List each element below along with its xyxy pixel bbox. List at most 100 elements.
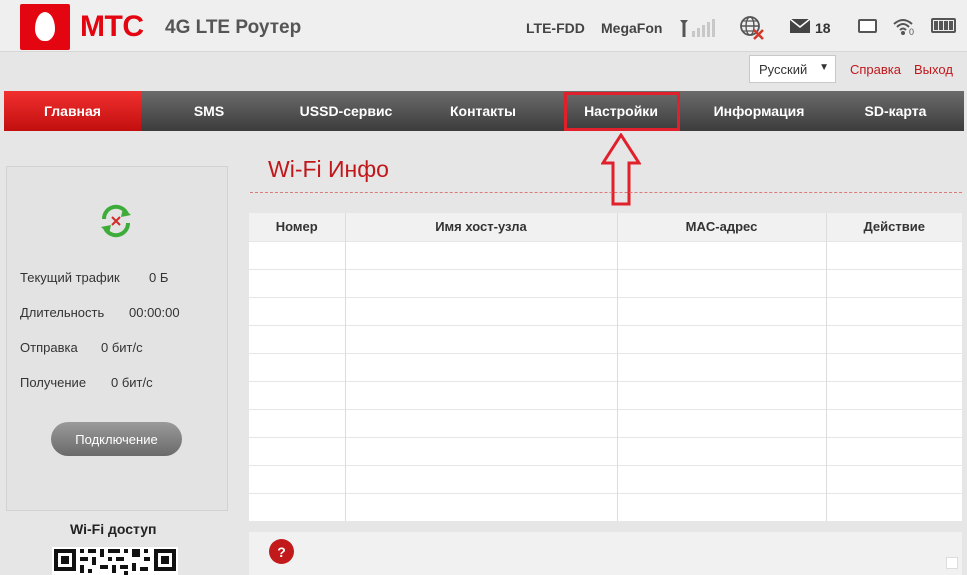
operator-name: MegaFon	[601, 20, 663, 36]
table-cell	[345, 380, 618, 409]
table-cell	[345, 492, 618, 521]
table-row	[249, 436, 962, 465]
network-type: LTE-FDD	[526, 20, 585, 36]
table-cell	[826, 492, 962, 521]
logout-link[interactable]: Выход	[914, 62, 953, 77]
table-row	[249, 464, 962, 493]
nav-item-contacts[interactable]: Контакты	[415, 91, 551, 131]
table-cell	[249, 296, 346, 325]
language-value: Русский	[759, 62, 808, 77]
nav-item-sd-card[interactable]: SD-карта	[827, 91, 964, 131]
table-cell	[617, 380, 827, 409]
table-cell	[249, 240, 346, 269]
table-cell	[617, 436, 827, 465]
help-link[interactable]: Справка	[850, 62, 901, 77]
table-cell	[826, 352, 962, 381]
table-cell	[345, 240, 618, 269]
page-title: Wi-Fi Инфо	[268, 156, 389, 182]
column-header-action: Действие	[826, 213, 962, 241]
table-cell	[826, 296, 962, 325]
table-cell	[617, 408, 827, 437]
product-name: 4G LTE Роутер	[165, 17, 302, 38]
table-cell	[345, 324, 618, 353]
table-cell	[345, 436, 618, 465]
table-cell	[826, 268, 962, 297]
duration-label: Длительность	[20, 305, 105, 320]
table-cell	[617, 352, 827, 381]
duration-value: 00:00:00	[129, 305, 180, 320]
column-header-mac: MAC-адрес	[617, 213, 827, 241]
table-cell	[617, 296, 827, 325]
connection-status-icon	[101, 204, 131, 238]
title-divider	[250, 192, 962, 193]
table-row	[249, 296, 962, 325]
resize-handle	[946, 557, 958, 569]
traffic-value: 0 Б	[149, 270, 169, 285]
download-value: 0 бит/с	[111, 375, 153, 390]
table-cell	[826, 436, 962, 465]
table-cell	[249, 492, 346, 521]
table-cell	[345, 296, 618, 325]
signal-strength-icon	[680, 19, 715, 37]
mail-icon[interactable]	[790, 19, 810, 33]
mts-logo	[20, 4, 70, 50]
device-icon	[858, 19, 877, 33]
table-cell	[617, 464, 827, 493]
header: МТС 4G LTE Роутер LTE-FDD MegaFon 18 0	[0, 0, 967, 52]
table-cell	[249, 380, 346, 409]
nav-item-sms[interactable]: SMS	[141, 91, 277, 131]
table-row	[249, 240, 962, 269]
wifi-access-title: Wi-Fi доступ	[70, 521, 157, 537]
message-count: 18	[815, 20, 831, 36]
help-icon[interactable]: ?	[269, 539, 294, 564]
table-cell	[249, 436, 346, 465]
connection-status-panel: Текущий трафик 0 Б Длительность 00:00:00…	[6, 166, 228, 511]
column-header-hostname: Имя хост-узла	[345, 213, 618, 241]
table-cell	[249, 408, 346, 437]
qr-code	[52, 547, 178, 575]
table-cell	[249, 464, 346, 493]
table-cell	[249, 352, 346, 381]
nav-item-info[interactable]: Информация	[691, 91, 827, 131]
brand-name: МТС	[80, 10, 144, 43]
table-cell	[249, 324, 346, 353]
upload-label: Отправка	[20, 340, 78, 355]
table-cell	[826, 408, 962, 437]
download-label: Получение	[20, 375, 87, 390]
table-row	[249, 408, 962, 437]
battery-icon	[931, 18, 956, 33]
table-cell	[826, 464, 962, 493]
table-row	[249, 324, 962, 353]
table-footer: ?	[249, 532, 962, 575]
upload-value: 0 бит/с	[101, 340, 143, 355]
connect-button[interactable]: Подключение	[51, 422, 182, 456]
nav-item-ussd[interactable]: USSD-сервис	[277, 91, 415, 131]
table-cell	[826, 240, 962, 269]
internet-disconnected-icon	[740, 16, 764, 40]
language-select[interactable]: Русский ▼	[749, 55, 836, 83]
table-header-row: Номер Имя хост-узла MAC-адрес Действие	[249, 213, 962, 241]
table-cell	[345, 464, 618, 493]
table-cell	[617, 324, 827, 353]
table-cell	[345, 408, 618, 437]
main-nav: Главная SMS USSD-сервис Контакты Настрой…	[4, 91, 964, 131]
chevron-down-icon: ▼	[819, 62, 829, 73]
table-row	[249, 380, 962, 409]
table-row	[249, 492, 962, 521]
column-header-number: Номер	[249, 213, 346, 241]
wifi-clients-table: Номер Имя хост-узла MAC-адрес Действие	[249, 213, 962, 521]
table-cell	[345, 352, 618, 381]
table-cell	[617, 240, 827, 269]
nav-item-home[interactable]: Главная	[4, 91, 141, 131]
traffic-label: Текущий трафик	[20, 270, 120, 285]
table-cell	[617, 492, 827, 521]
wifi-client-count: 0	[909, 27, 915, 37]
logo-egg-icon	[35, 12, 55, 41]
table-row	[249, 352, 962, 381]
arrow-up-icon	[601, 133, 641, 206]
table-cell	[617, 268, 827, 297]
table-cell	[826, 324, 962, 353]
table-cell	[345, 268, 618, 297]
table-cell	[826, 380, 962, 409]
table-row	[249, 268, 962, 297]
